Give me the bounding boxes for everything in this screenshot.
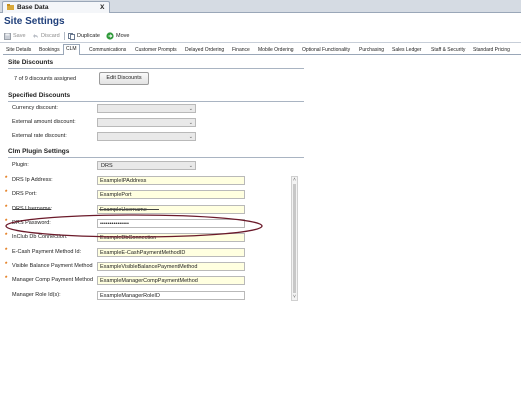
save-icon — [4, 32, 11, 40]
tab-site-details[interactable]: Site Details — [3, 45, 34, 55]
manager-role-ids-label: Manager Role Id(s): — [12, 292, 61, 298]
drs-ip-address-label: DRS Ip Address: — [12, 177, 53, 183]
manager-role-ids-field[interactable]: ExampleManagerRoleID — [97, 291, 245, 300]
toolbar-separator — [64, 32, 65, 40]
ecash-payment-method-id-label: E-Cash Payment Method Id: — [12, 249, 82, 255]
duplicate-button[interactable]: Duplicate — [68, 31, 100, 41]
drs-ip-address-field[interactable]: ExampleIPAddress — [97, 176, 245, 185]
scroll-down-icon[interactable]: ˅ — [292, 294, 297, 300]
tab-optional-functionality[interactable]: Optional Functionality — [299, 45, 353, 55]
duplicate-icon — [68, 32, 75, 40]
ecash-payment-method-id-field[interactable]: ExampleE-CashPaymentMethodID — [97, 248, 245, 257]
clm-plugin-settings-header: Clm Plugin Settings — [8, 148, 70, 155]
close-icon[interactable]: x — [100, 2, 104, 12]
plugin-value: DRS — [101, 163, 113, 169]
manager-comp-payment-method-field[interactable]: ExampleManagerCompPaymentMethod — [97, 276, 245, 285]
external-amount-discount-label: External amount discount: — [12, 119, 76, 125]
tab-sales-ledger[interactable]: Sales Ledger — [389, 45, 424, 55]
section-divider — [8, 157, 304, 158]
chevron-down-icon: ⌄ — [188, 106, 193, 112]
clm-tab-content: Site Discounts 7 of 9 discounts assigned… — [3, 55, 521, 404]
currency-discount-select[interactable]: ⌄ — [97, 104, 196, 113]
section-divider — [8, 101, 304, 102]
tab-delayed-ordering[interactable]: Delayed Ordering — [182, 45, 227, 55]
move-button[interactable]: Move — [106, 31, 129, 41]
currency-discount-label: Currency discount: — [12, 105, 58, 111]
discard-label: Discard — [41, 33, 60, 39]
document-tab-strip: Base Data x — [0, 0, 521, 13]
required-icon: * — [5, 190, 8, 196]
plugin-label: Plugin: — [12, 162, 29, 168]
section-divider — [8, 68, 304, 69]
document-tab-label: Base Data — [17, 4, 49, 11]
duplicate-label: Duplicate — [77, 33, 100, 39]
tab-mobile-ordering[interactable]: Mobile Ordering — [255, 45, 297, 55]
external-amount-discount-select[interactable]: ⌄ — [97, 118, 196, 127]
required-icon: * — [5, 176, 8, 182]
save-label: Save — [13, 33, 26, 39]
folder-icon — [7, 4, 14, 10]
drs-port-field[interactable]: ExamplePort — [97, 190, 245, 199]
edit-discounts-button[interactable]: Edit Discounts — [99, 72, 149, 85]
tab-communications[interactable]: Communications — [86, 45, 129, 55]
drs-port-label: DRS Port: — [12, 191, 37, 197]
tab-standard-pricing[interactable]: Standard Pricing — [470, 45, 513, 55]
discard-icon — [33, 33, 38, 38]
required-icon: * — [5, 262, 8, 268]
scrollbar-thumb[interactable] — [293, 184, 296, 293]
move-label: Move — [116, 33, 130, 39]
external-rate-discount-label: External rate discount: — [12, 133, 67, 139]
chevron-down-icon: ⌄ — [188, 163, 193, 169]
manager-comp-payment-method-label: Manager Comp Payment Method — [12, 277, 94, 283]
chevron-down-icon: ⌄ — [188, 120, 193, 126]
tab-bookings[interactable]: Bookings — [36, 45, 63, 55]
page-title: Site Settings — [4, 16, 65, 27]
document-tab-base-data[interactable]: Base Data x — [2, 1, 110, 13]
strike-through-line — [13, 209, 51, 210]
discard-button[interactable]: Discard — [32, 31, 60, 41]
tab-staff-security[interactable]: Staff & Security — [428, 45, 468, 55]
external-rate-discount-select[interactable]: ⌄ — [97, 132, 196, 141]
site-discounts-header: Site Discounts — [8, 59, 54, 66]
plugin-settings-scrollbar[interactable]: ˄ ˅ — [291, 176, 298, 301]
required-icon: * — [5, 248, 8, 254]
move-icon — [106, 32, 114, 40]
tab-customer-prompts[interactable]: Customer Prompts — [132, 45, 180, 55]
tab-purchasing[interactable]: Purchasing — [356, 45, 387, 55]
visible-balance-payment-method-label: Visible Balance Payment Method — [12, 263, 93, 269]
tab-clm[interactable]: CLM — [63, 44, 80, 55]
toolbar: Save Discard Duplicate Move — [0, 30, 521, 43]
visible-balance-payment-method-field[interactable]: ExampleVisibleBalancePaymentMethod — [97, 262, 245, 271]
scroll-up-icon[interactable]: ˄ — [292, 177, 297, 183]
highlight-ellipse — [5, 214, 263, 238]
required-icon: * — [5, 276, 8, 282]
discounts-assigned-text: 7 of 9 discounts assigned — [14, 76, 77, 82]
chevron-down-icon: ⌄ — [188, 134, 193, 140]
specified-discounts-header: Specified Discounts — [8, 92, 71, 99]
required-icon: * — [5, 205, 8, 211]
plugin-select[interactable]: DRS ⌄ — [97, 161, 196, 170]
settings-tab-bar: Site Details Bookings CLM Communications… — [3, 44, 521, 55]
tab-finance[interactable]: Finance — [229, 45, 253, 55]
save-button[interactable]: Save — [4, 31, 26, 41]
strike-through-line — [99, 209, 159, 210]
